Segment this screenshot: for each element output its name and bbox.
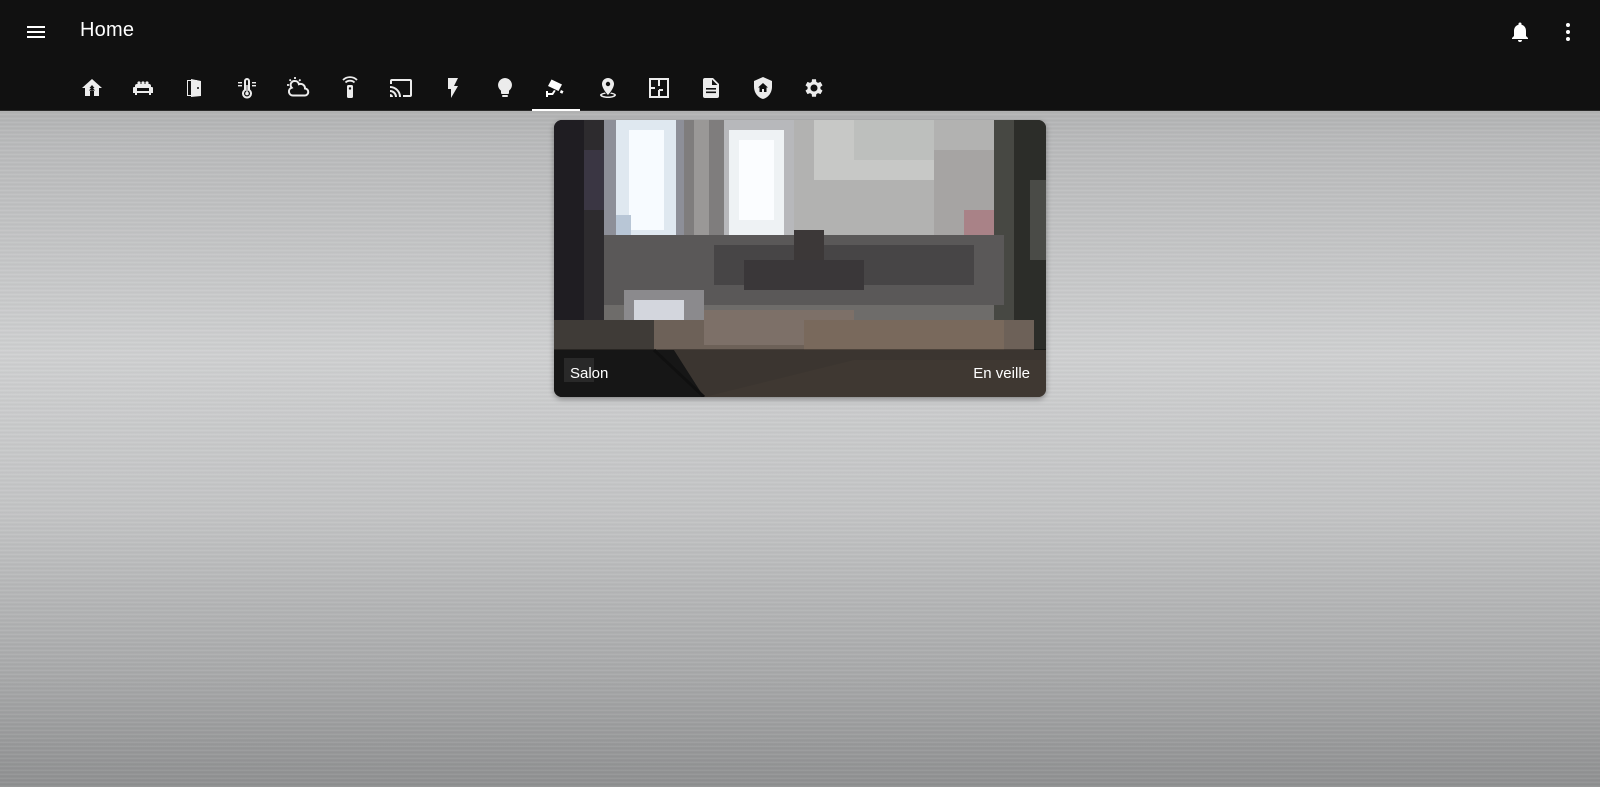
camera-state: En veille [973,364,1030,382]
tab-settings[interactable] [788,64,840,111]
tab-media[interactable] [376,64,428,111]
lightbulb-icon [497,78,512,97]
cast-icon [390,79,413,97]
camera-name: Salon [570,364,609,382]
overflow-menu-button[interactable] [1552,16,1584,48]
settings-gear-icon [805,79,823,97]
tab-doors[interactable] [169,64,221,111]
weather-partly-cloudy-icon [287,77,310,97]
camera-footer: Salon En veille [554,349,1046,397]
home-tree-icon [81,79,102,96]
tab-home[interactable] [66,64,118,111]
tab-floor-plan[interactable] [634,64,686,111]
tab-map[interactable] [582,64,634,111]
app-header: Home [0,0,1600,111]
hamburger-menu-icon [27,26,45,38]
tab-weather[interactable] [272,64,324,111]
view-tabs [66,64,840,111]
vertical-dots-icon [1566,23,1570,41]
floor-plan-icon [649,78,670,98]
tab-lights[interactable] [479,64,531,111]
map-marker-icon [599,78,616,98]
tab-energy[interactable] [427,64,479,111]
sofa-icon [133,81,154,95]
menu-button[interactable] [20,16,52,48]
page-title: Home [80,19,135,41]
tab-remote[interactable] [324,64,376,111]
remote-icon [342,76,358,98]
flash-icon [447,78,458,98]
tab-living-room[interactable] [118,64,170,111]
cctv-icon [546,79,564,97]
notifications-button[interactable] [1504,16,1536,48]
bell-icon [1512,22,1528,42]
door-icon [186,79,201,97]
tab-security[interactable] [737,64,789,111]
file-document-icon [702,78,719,98]
shield-home-icon [753,77,772,99]
tab-cameras[interactable] [530,64,582,111]
thermometer-icon [237,78,256,99]
tab-logbook[interactable] [685,64,737,111]
tab-climate[interactable] [221,64,273,111]
camera-card[interactable]: Salon En veille [554,120,1046,397]
